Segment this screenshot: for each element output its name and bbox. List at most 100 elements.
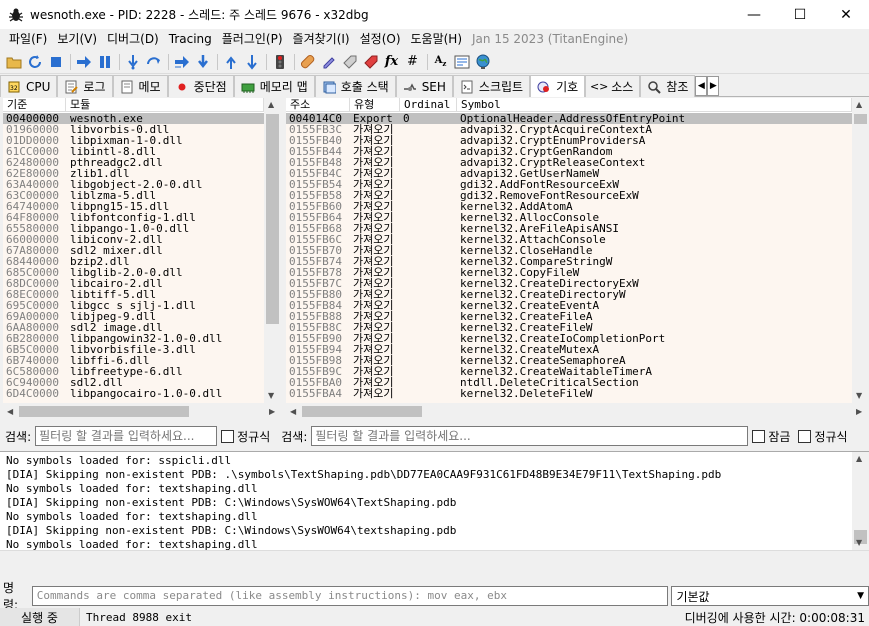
symbol-row[interactable]: 0155FB8C 가져오기 kernel32.CreateFileW — [286, 322, 852, 333]
menu-tracing[interactable]: Tracing — [164, 29, 217, 49]
symbol-row[interactable]: 0155FB44 가져오기 advapi32.CryptGenRandom — [286, 146, 852, 157]
symbol-row[interactable]: 0155FB90 가져오기 kernel32.CreateIoCompletionP… — [286, 333, 852, 344]
symbol-row[interactable]: 0155FB4C 가져오기 advapi32.GetUserNameW — [286, 168, 852, 179]
module-row[interactable]: 6B280000 libpangowin32-1.0-0.dll — [3, 333, 264, 344]
symbol-row[interactable]: 0155FB6C 가져오기 kernel32.AttachConsole — [286, 234, 852, 245]
tab-scroll-right-icon[interactable]: ▶ — [707, 76, 720, 96]
symbols-search-input[interactable] — [311, 426, 749, 446]
scroll-thumb[interactable] — [266, 114, 279, 324]
module-row[interactable]: 01960000 libvorbis-0.dll — [3, 124, 264, 135]
function-icon[interactable]: fx — [382, 52, 401, 71]
scroll-thumb[interactable] — [854, 114, 867, 124]
scroll-up-arrow-icon[interactable]: ▲ — [268, 100, 274, 109]
log-vertical-scrollbar[interactable]: ▲ ▼ — [852, 452, 869, 550]
module-row[interactable]: 6AA80000 sdl2_image.dll — [3, 322, 264, 333]
scroll-right-arrow-icon[interactable]: ▶ — [856, 407, 862, 416]
module-row[interactable]: 6B5C0000 libvorbisfile-3.dll — [3, 344, 264, 355]
symbol-row[interactable]: 004014C0 Export 0 OptionalHeader.AddressOfE… — [286, 113, 852, 124]
scroll-left-arrow-icon[interactable]: ◀ — [7, 407, 13, 416]
command-input[interactable]: Commands are comma separated (like assem… — [31, 586, 669, 606]
menu-plugins[interactable]: 플러그인(P) — [217, 29, 288, 49]
symbol-row[interactable]: 0155FBA4 가져오기 kernel32.DeleteFileW — [286, 388, 852, 399]
menu-view[interactable]: 보기(V) — [52, 29, 102, 49]
symbol-row[interactable]: 0155FBA0 가져오기 ntdll.DeleteCriticalSection — [286, 377, 852, 388]
close-button[interactable]: ✕ — [823, 0, 869, 29]
module-row[interactable]: 66000000 libiconv-2.dll — [3, 234, 264, 245]
module-row[interactable]: 68EC0000 libtiff-5.dll — [3, 289, 264, 300]
trace-into-icon[interactable] — [172, 52, 191, 71]
run-to-user-code-icon[interactable] — [242, 52, 261, 71]
module-row[interactable]: 62480000 pthreadgc2.dll — [3, 157, 264, 168]
tab-symbols[interactable]: 기호 — [530, 75, 586, 97]
tab-script[interactable]: 스크립트 — [452, 75, 531, 97]
module-row[interactable]: 61CC0000 libintl-8.dll — [3, 146, 264, 157]
column-header-ordinal[interactable]: Ordinal — [400, 98, 457, 112]
scroll-left-arrow-icon[interactable]: ◀ — [290, 407, 296, 416]
scroll-right-arrow-icon[interactable]: ▶ — [269, 407, 275, 416]
traffic-light-icon[interactable] — [270, 52, 289, 71]
symbol-row[interactable]: 0155FB48 가져오기 advapi32.CryptReleaseContext — [286, 157, 852, 168]
module-row[interactable]: 6C580000 libfreetype-6.dll — [3, 366, 264, 377]
strings-icon[interactable] — [452, 52, 471, 71]
symbol-row[interactable]: 0155FB94 가져오기 kernel32.CreateMutexA — [286, 344, 852, 355]
menu-help[interactable]: 도움말(H) — [406, 29, 468, 49]
step-into-icon[interactable] — [123, 52, 142, 71]
symbols-vertical-scrollbar[interactable]: ▲ ▼ — [852, 98, 869, 403]
execute-till-return-icon[interactable] — [221, 52, 240, 71]
symbol-row[interactable]: 0155FB74 가져오기 kernel32.CompareStringW — [286, 256, 852, 267]
pause-icon[interactable] — [95, 52, 114, 71]
menu-debug[interactable]: 디버그(D) — [102, 29, 164, 49]
module-row[interactable]: 68DC0000 libcairo-2.dll — [3, 278, 264, 289]
symbol-row[interactable]: 0155FB9C 가져오기 kernel32.CreateWaitableTimer… — [286, 366, 852, 377]
symbol-row[interactable]: 0155FB84 가져오기 kernel32.CreateEventA — [286, 300, 852, 311]
menu-favourites[interactable]: 즐겨찾기(I) — [288, 29, 355, 49]
module-row[interactable]: 64740000 libpng15-15.dll — [3, 201, 264, 212]
module-row[interactable]: 63C00000 liblzma-5.dll — [3, 190, 264, 201]
minimize-button[interactable]: — — [731, 0, 777, 29]
bookmarks-icon[interactable] — [361, 52, 380, 71]
symbol-row[interactable]: 0155FB68 가져오기 kernel32.AreFileApisANSI — [286, 223, 852, 234]
module-row[interactable]: 6D4C0000 libpangocairo-1.0-0.dll — [3, 388, 264, 399]
scroll-down-arrow-icon[interactable]: ▼ — [856, 391, 862, 400]
tab-scroll-left-icon[interactable]: ◀ — [695, 76, 708, 96]
globe-icon[interactable] — [473, 52, 492, 71]
symbols-horizontal-scrollbar[interactable]: ◀ ▶ — [286, 403, 869, 420]
symbol-row[interactable]: 0155FB80 가져오기 kernel32.CreateDirectoryW — [286, 289, 852, 300]
checkbox-box[interactable] — [221, 429, 235, 443]
module-row[interactable]: 63A40000 libgobject-2.0-0.dll — [3, 179, 264, 190]
modules-vertical-scrollbar[interactable]: ▲ ▼ — [264, 98, 281, 403]
symbol-row[interactable]: 0155FB54 가져오기 gdi32.AddFontResourceExW — [286, 179, 852, 190]
symbol-row[interactable]: 0155FB98 가져오기 kernel32.CreateSemaphoreA — [286, 355, 852, 366]
open-icon[interactable] — [4, 52, 23, 71]
modules-horizontal-scrollbar[interactable]: ◀ ▶ — [3, 403, 281, 420]
tab-log[interactable]: 로그 — [57, 75, 113, 97]
column-header-type[interactable]: 유형 — [350, 98, 400, 112]
tab-source[interactable]: <> 소스 — [585, 75, 641, 97]
command-mode-select[interactable]: 기본값 ▼ — [671, 586, 869, 606]
symbol-row[interactable]: 0155FB58 가져오기 gdi32.RemoveFontResourceExW — [286, 190, 852, 201]
module-row[interactable]: 6C940000 sdl2.dll — [3, 377, 264, 388]
modules-search-input[interactable] — [35, 426, 218, 446]
modules-regex-checkbox[interactable]: 정규식 — [221, 428, 270, 445]
symbol-row[interactable]: 0155FB64 가져오기 kernel32.AllocConsole — [286, 212, 852, 223]
symbol-row[interactable]: 0155FB7C 가져오기 kernel32.CreateDirectoryExW — [286, 278, 852, 289]
menu-file[interactable]: 파일(F) — [4, 29, 52, 49]
module-row[interactable]: 65580000 libpango-1.0-0.dll — [3, 223, 264, 234]
symbol-row[interactable]: 0155FB40 가져오기 advapi32.CryptEnumProvidersA — [286, 135, 852, 146]
restart-icon[interactable] — [25, 52, 44, 71]
hash-icon[interactable]: # — [403, 52, 422, 71]
column-header-symbol[interactable]: Symbol — [457, 98, 852, 112]
scroll-down-arrow-icon[interactable]: ▼ — [268, 391, 274, 400]
module-row[interactable]: 67A80000 sdl2_mixer.dll — [3, 245, 264, 256]
font-icon[interactable]: Az — [431, 52, 450, 71]
tab-cpu[interactable]: 32 CPU — [0, 75, 58, 97]
module-row[interactable]: 69A00000 libjpeg-9.dll — [3, 311, 264, 322]
column-header-address[interactable]: 주소 — [286, 98, 350, 112]
checkbox-box[interactable] — [752, 429, 766, 443]
tab-memory-map[interactable]: 메모리 맵 — [233, 75, 315, 97]
stop-icon[interactable] — [46, 52, 65, 71]
module-row[interactable]: 6B740000 libffi-6.dll — [3, 355, 264, 366]
tab-breakpoints[interactable]: 중단점 — [167, 75, 234, 97]
symbol-row[interactable]: 0155FB3C 가져오기 advapi32.CryptAcquireContext… — [286, 124, 852, 135]
module-row[interactable]: 685C0000 libglib-2.0-0.dll — [3, 267, 264, 278]
